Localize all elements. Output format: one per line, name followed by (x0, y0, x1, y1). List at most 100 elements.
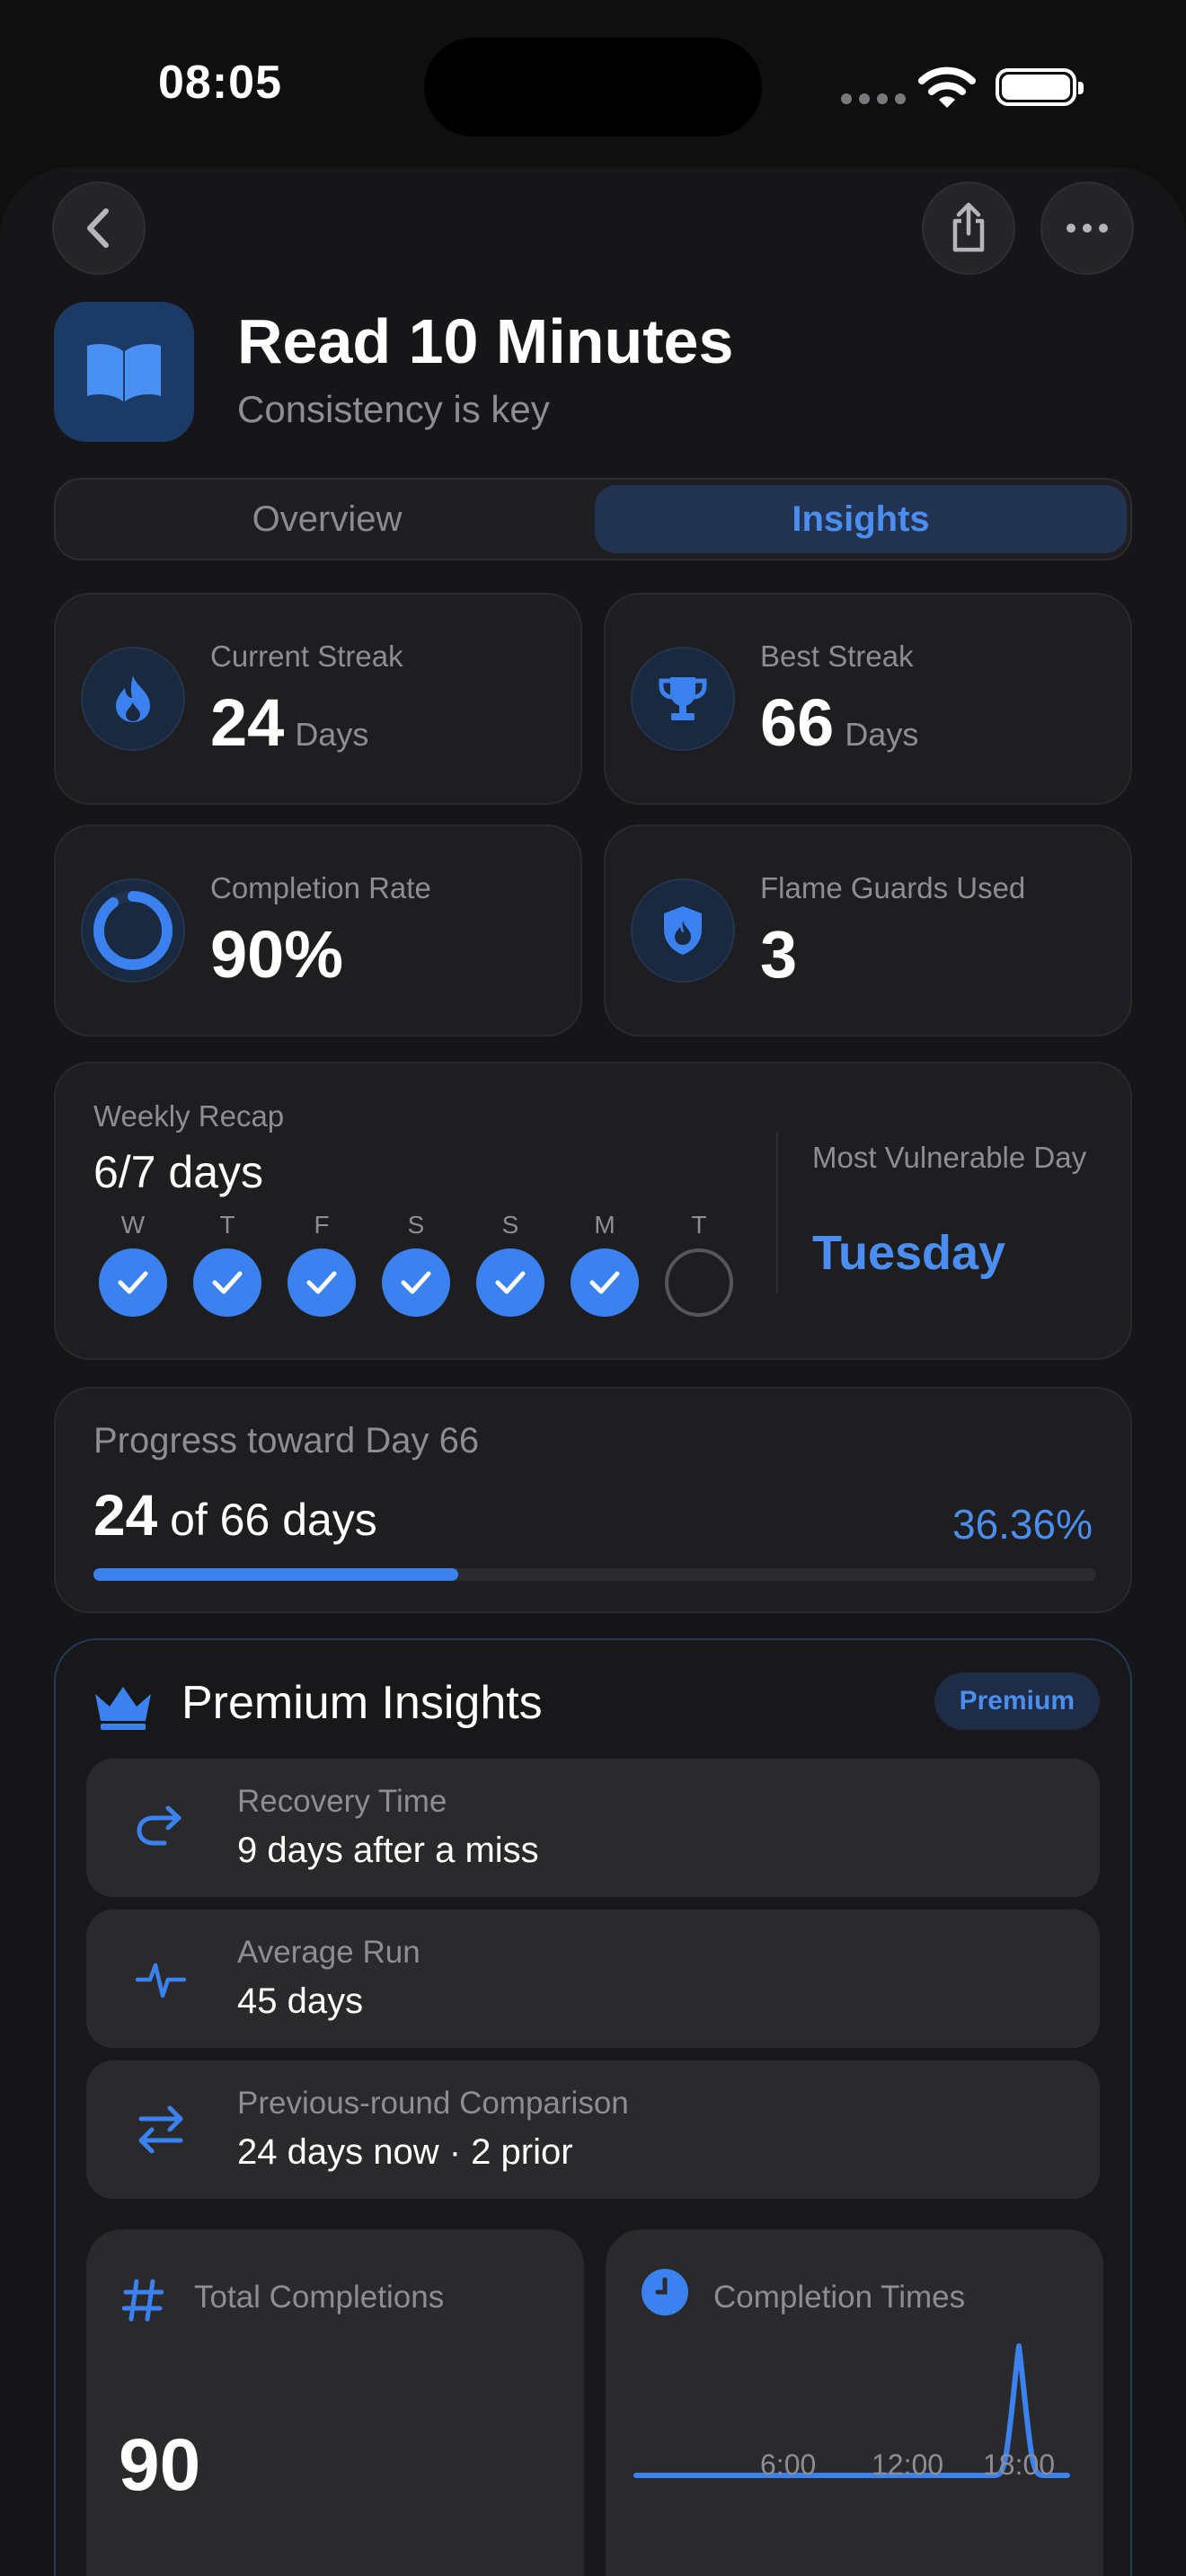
comparison-value: 24 days now · 2 prior (237, 2132, 573, 2172)
week-day: S (476, 1211, 544, 1317)
completion-rate-value: 90% (210, 917, 344, 992)
book-icon (87, 344, 161, 401)
flame-guards-label: Flame Guards Used (760, 871, 1026, 904)
time-tick-label: 6:00 (760, 2448, 817, 2481)
status-time: 08:05 (158, 57, 282, 109)
current-streak-unit: Days (295, 716, 369, 753)
checkmark-icon (401, 1271, 431, 1294)
progress-current: 24 (93, 1483, 158, 1548)
trophy-icon (659, 677, 707, 720)
chevron-left-icon (87, 208, 109, 248)
recap-divider (776, 1132, 778, 1293)
tab-overview[interactable]: Overview (61, 485, 593, 553)
wifi-icon (918, 66, 976, 108)
total-completions-label: Total Completions (194, 2280, 445, 2315)
week-day: S (382, 1211, 450, 1317)
week-day: M (571, 1211, 639, 1317)
status-bar: 08:05 (0, 0, 1186, 162)
completion-rate-card: Completion Rate 90% (54, 825, 582, 1037)
habit-title: Read 10 Minutes (237, 306, 734, 376)
view-segmented-control: Overview Insights (54, 478, 1132, 560)
total-completions-card: Total Completions 90 (86, 2229, 584, 2576)
completion-times-card: Completion Times 6:00 12:00 18:00 (606, 2229, 1103, 2576)
day-missed-dot (665, 1248, 733, 1317)
day-done-dot (99, 1248, 167, 1317)
weekly-recap-label: Weekly Recap (93, 1099, 285, 1133)
vulnerable-day-value: Tuesday (812, 1226, 1006, 1280)
total-completions-value: 90 (119, 2424, 201, 2506)
checkmark-icon (118, 1271, 148, 1294)
premium-insights-section: Premium Insights Premium Recovery Time 9… (54, 1638, 1132, 2576)
checkmark-icon (495, 1271, 526, 1294)
progress-rest: of 66 days (170, 1495, 377, 1545)
progress-track (93, 1568, 1096, 1581)
progress-card: Progress toward Day 66 24 of 66 days 36.… (54, 1387, 1132, 1613)
average-run-label: Average Run (237, 1935, 420, 1970)
week-day: F (288, 1211, 356, 1317)
tab-insights[interactable]: Insights (595, 485, 1127, 553)
current-streak-card: Current Streak 24 Days (54, 593, 582, 805)
share-icon (952, 202, 985, 252)
swap-arrows-icon (138, 2105, 183, 2154)
average-run-row[interactable]: Average Run 45 days (86, 1910, 1100, 2048)
recovery-time-label: Recovery Time (237, 1784, 447, 1819)
premium-badge[interactable]: Premium (934, 1672, 1100, 1730)
weekly-recap-value: 6/7 days (93, 1147, 264, 1197)
recovery-time-value: 9 days after a miss (237, 1831, 539, 1870)
habit-subtitle: Consistency is key (237, 388, 550, 430)
clock-icon (642, 2269, 688, 2316)
dynamic-island (424, 38, 762, 137)
time-tick-label: 12:00 (872, 2448, 944, 2481)
premium-title: Premium Insights (181, 1677, 543, 1729)
back-button[interactable] (52, 181, 146, 275)
day-done-dot (476, 1248, 544, 1317)
redo-arrow-icon (137, 1805, 181, 1846)
day-done-dot (571, 1248, 639, 1317)
average-run-value: 45 days (237, 1981, 364, 2021)
cellular-signal-icon (841, 93, 906, 104)
checkmark-icon (306, 1271, 337, 1294)
comparison-label: Previous-round Comparison (237, 2086, 629, 2121)
shield-flame-icon (664, 906, 702, 955)
completion-times-label: Completion Times (713, 2280, 966, 2315)
week-day-letter: T (691, 1211, 707, 1239)
current-streak-label: Current Streak (210, 640, 403, 673)
week-day-letter: M (594, 1211, 615, 1239)
battery-icon (996, 68, 1084, 106)
best-streak-card: Best Streak 66 Days (604, 593, 1132, 805)
share-button[interactable] (922, 181, 1015, 275)
week-day-letter: S (407, 1211, 425, 1239)
checkmark-icon (589, 1271, 620, 1294)
hashtag-icon (122, 2279, 164, 2322)
best-streak-label: Best Streak (760, 640, 914, 673)
checkmark-icon (212, 1271, 243, 1294)
week-day-letter: F (314, 1211, 330, 1239)
more-button[interactable] (1040, 181, 1134, 275)
recovery-time-row[interactable]: Recovery Time 9 days after a miss (86, 1759, 1100, 1897)
week-day-letter: W (120, 1211, 146, 1239)
vulnerable-day-label: Most Vulnerable Day (812, 1141, 1087, 1174)
progress-label: Progress toward Day 66 (93, 1421, 480, 1460)
ellipsis-icon (1067, 224, 1108, 233)
week-day: W (99, 1211, 167, 1317)
habit-icon-tile (54, 302, 194, 442)
week-day: T (193, 1211, 261, 1317)
comparison-row[interactable]: Previous-round Comparison 24 days now · … (86, 2060, 1100, 2199)
day-done-dot (288, 1248, 356, 1317)
progress-percent: 36.36% (951, 1501, 1093, 1548)
best-streak-value: 66 (760, 685, 835, 760)
week-day: T (665, 1211, 733, 1317)
day-done-dot (382, 1248, 450, 1317)
week-day-letter: T (219, 1211, 235, 1239)
flame-guards-value: 3 (760, 917, 798, 992)
week-day-letter: S (501, 1211, 519, 1239)
pulse-icon (135, 1963, 187, 1998)
current-streak-value: 24 (210, 685, 285, 760)
day-done-dot (193, 1248, 261, 1317)
completion-rate-label: Completion Rate (210, 871, 431, 904)
completion-ring-icon (93, 891, 173, 970)
time-tick-label: 18:00 (983, 2448, 1056, 2481)
flame-guards-card: Flame Guards Used 3 (604, 825, 1132, 1037)
crown-icon (95, 1687, 151, 1730)
weekly-recap-card: Weekly Recap 6/7 days W T F S S M T Most Vulne… (54, 1062, 1132, 1360)
